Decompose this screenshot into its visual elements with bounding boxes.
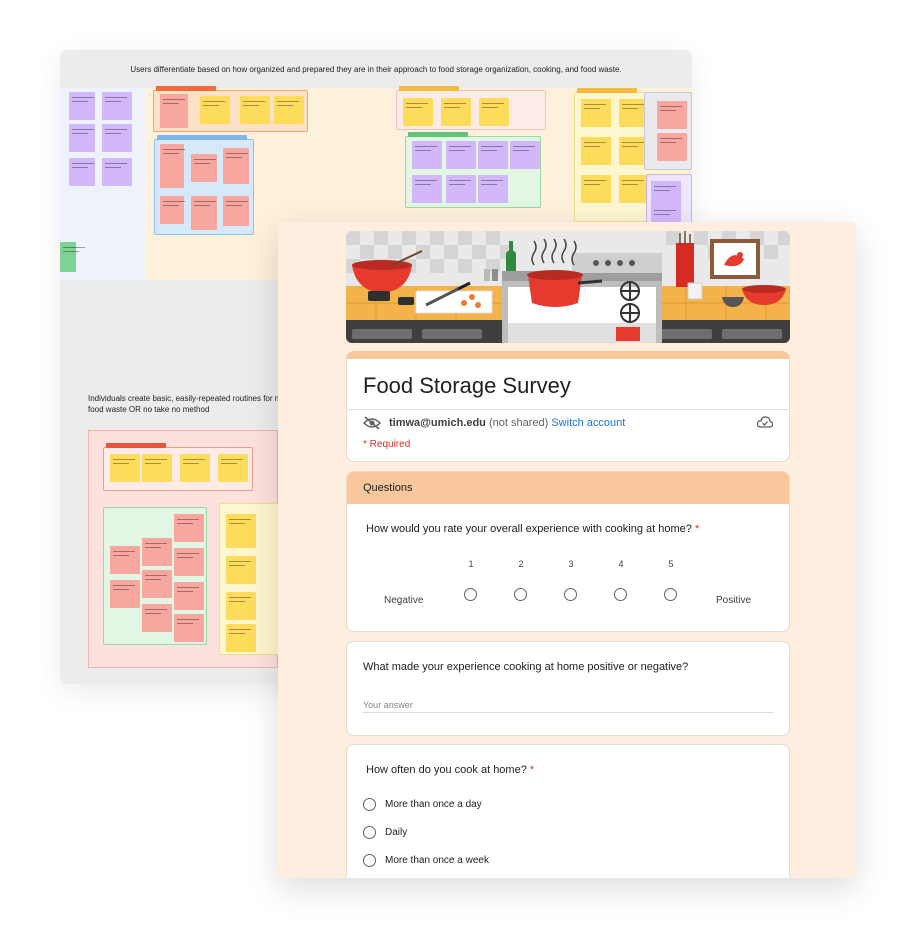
required-asterisk: * — [694, 523, 700, 535]
screenshot-composite: Users differentiate based on how organiz… — [0, 0, 916, 947]
divider — [347, 409, 789, 410]
rating-radio-4[interactable] — [614, 588, 627, 601]
scale-label-4: 4 — [618, 559, 624, 569]
rating-radio-2[interactable] — [514, 588, 527, 601]
scale-label-2: 2 — [518, 559, 524, 569]
eye-slash-icon — [363, 416, 381, 430]
sticky-note — [69, 92, 95, 120]
scale-label-5: 5 — [668, 559, 674, 569]
switch-account-link[interactable]: Switch account — [551, 417, 625, 429]
sticky-note — [69, 158, 95, 186]
zone-bottom-pink — [88, 430, 279, 668]
section-header: Questions — [347, 472, 789, 504]
sticky-note — [102, 92, 132, 120]
question-frequency-title: How often do you cook at home? * — [366, 764, 535, 776]
question-experience-title: What made your experience cooking at hom… — [363, 661, 689, 673]
sticky-note — [102, 124, 132, 152]
account-line: timwa@umich.edu (not shared) Switch acco… — [389, 417, 625, 429]
sticky-note — [69, 124, 95, 152]
question-frequency-card: How often do you cook at home? * More th… — [346, 744, 790, 878]
sticky-note-green — [60, 242, 85, 272]
questions-section-card: Questions How would you rate your overal… — [346, 471, 790, 632]
cloud-check-icon[interactable] — [757, 415, 773, 429]
option-label: Daily — [385, 827, 408, 838]
rating-radio-3[interactable] — [564, 588, 577, 601]
scale-label-1: 1 — [468, 559, 474, 569]
scale-label-3: 3 — [568, 559, 574, 569]
radio-button[interactable] — [363, 826, 376, 839]
radio-button[interactable] — [363, 798, 376, 811]
survey-form-window: Food Storage Survey timwa@umich.edu (not… — [278, 222, 856, 878]
rating-radio-5[interactable] — [664, 588, 677, 601]
question-rating-title: How would you rate your overall experien… — [366, 523, 700, 535]
group-mid-green — [405, 132, 541, 208]
question-experience-card: What made your experience cooking at hom… — [346, 641, 790, 736]
board-title-top: Users differentiate based on how organiz… — [130, 65, 622, 74]
kitchen-banner-image — [346, 231, 790, 343]
group-orange — [153, 86, 308, 132]
not-shared-label: (not shared) — [488, 417, 549, 429]
scale-low-label: Negative — [384, 595, 424, 606]
sticky-note — [102, 158, 132, 186]
radio-button[interactable] — [363, 854, 376, 867]
group-blue — [154, 135, 254, 235]
section-title: Questions — [363, 482, 413, 494]
rating-radio-1[interactable] — [464, 588, 477, 601]
required-note: * Required — [363, 439, 411, 450]
scale-high-label: Positive — [716, 595, 752, 606]
group-far-right-grey — [644, 92, 692, 170]
form-header-card: Food Storage Survey timwa@umich.edu (not… — [346, 351, 790, 462]
account-email: timwa@umich.edu — [389, 417, 486, 429]
group-mid-pink — [396, 86, 546, 130]
option-label: More than once a week — [385, 855, 489, 866]
form-title: Food Storage Survey — [363, 373, 571, 398]
answer-text-input[interactable] — [363, 697, 773, 713]
required-asterisk: * — [529, 764, 535, 776]
option-label: More than once a day — [385, 799, 482, 810]
